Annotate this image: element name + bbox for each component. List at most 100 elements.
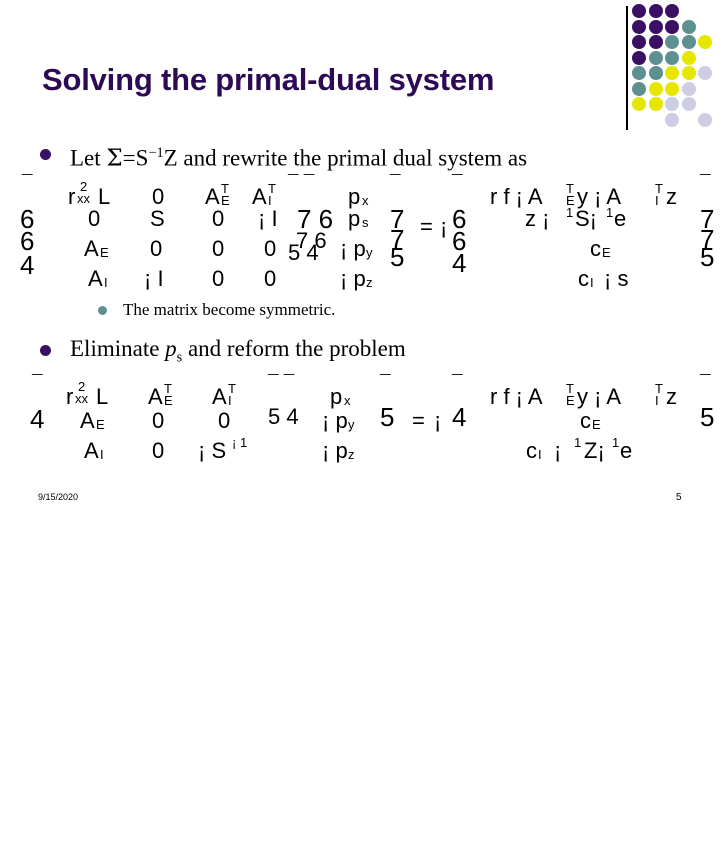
eq1-r4-c1sub: I [104, 274, 108, 290]
eq2-r3-c3sup: ¡ 1 [232, 435, 248, 451]
decor-dot [632, 50, 646, 65]
bullet-marker-icon [40, 149, 51, 160]
eq2-r1-c4: ¯ ¯ [268, 373, 295, 395]
eq1-r1-c9: r f ¡ A [490, 183, 543, 209]
eq2-r3-c1: A [84, 438, 99, 464]
eq1-r3-c2: 0 [150, 235, 163, 261]
decor-dot [648, 19, 663, 34]
decor-dot [648, 81, 663, 96]
decor-dot [648, 4, 663, 18]
eq2-r3-c5: ¡ p [322, 438, 348, 464]
decor-dot [698, 112, 712, 127]
eq2-r2-c3: 0 [218, 408, 231, 434]
eq1-r2-c3: 0 [212, 205, 225, 231]
eq1-r4-c6sub: z [366, 274, 373, 290]
decor-dot [665, 66, 679, 80]
bullet-1-prefix: Let [70, 145, 107, 171]
eq1-r3-c9sub: E [602, 244, 611, 260]
eq1-r2-c2: S [150, 205, 165, 231]
eq2-r2-c1: A [80, 408, 95, 434]
subbullet-item-1: The matrix become symmetric. [0, 298, 720, 322]
eq1-r1-c9e: z [666, 183, 677, 209]
bullet-1-z: Z [163, 145, 178, 171]
bullet-item-2: Eliminate ps and reform the problem [0, 334, 720, 373]
decor-dot [681, 35, 696, 49]
equation-2: ¯ r 2 xx L A T E A T I ¯ ¯ p x ¯ ¯ r f ¡… [0, 374, 720, 473]
equation-2-row-3: A I 0 ¡ S ¡ 1 ¡ p z c I ¡ 1 Z¡ 1 e [0, 436, 720, 466]
eq1-r3-c1: A [84, 235, 99, 261]
eq1-r2-c9b: S¡ [575, 205, 597, 231]
eq2-r3-c8b: ¡ [554, 438, 562, 464]
decor-dot [665, 35, 679, 49]
eq2-r2-c9: 5 [700, 402, 715, 433]
decor-dot [632, 4, 646, 18]
eq2-r3-c1sub: I [100, 447, 104, 463]
eq1-r4-c6: ¡ p [340, 265, 366, 291]
eq2-equals-sign: = [412, 408, 425, 434]
bullet-marker-icon [40, 344, 51, 356]
eq2-r3-c8d: Z¡ [584, 438, 605, 464]
decor-dot [632, 97, 646, 111]
decor-dot [648, 97, 663, 111]
eq1-r4-c10: 5 [700, 241, 715, 272]
page-title: Solving the primal-dual system [42, 62, 495, 97]
eq1-r4-c3: 0 [212, 265, 225, 291]
eq2-r1-c1b: L [96, 384, 109, 410]
eq2-r2-c0: 4 [30, 404, 45, 435]
eq2-r3-c8: c [526, 438, 537, 464]
eq1-r2-c9c: 1 [606, 204, 614, 220]
eq2-r2-c8sub: E [592, 417, 601, 433]
decor-dot [665, 81, 679, 96]
decor-dot [681, 50, 696, 65]
exponent-minus-one: −1 [148, 145, 164, 161]
eq1-r1-c1: r [68, 183, 76, 209]
eq1-r1-c2: 0 [152, 183, 165, 209]
eq1-r1-c10: ¯ [700, 172, 711, 194]
decor-dot [665, 112, 679, 127]
eq1-r4-c7: 5 [390, 241, 405, 272]
eq2-r2-c4: 5 4 [268, 404, 299, 430]
decor-dot [632, 66, 646, 80]
footer-date: 9/15/2020 [38, 492, 79, 502]
eq1-r3-c4: 0 [264, 235, 277, 261]
eq1-r1-c8: ¯ [452, 172, 463, 194]
bullet-2-suffix: and reform the problem [182, 335, 406, 361]
eq2-r1-c7: ¯ [452, 373, 463, 395]
decor-dot [681, 19, 696, 34]
eq1-r3-c1sub: E [100, 244, 109, 260]
eq2-r1-c6: ¯ [380, 373, 391, 395]
decor-dot [698, 66, 712, 80]
decor-dot [648, 35, 663, 49]
eq1-equals-sign: = [420, 213, 433, 239]
eq2-r2-c2: 0 [152, 408, 165, 434]
decor-dot [648, 66, 663, 80]
eq2-r2-c7: 4 [452, 402, 467, 433]
decor-dot [681, 97, 696, 111]
eq1-r4-c9sub: I [590, 274, 594, 290]
eq1-r2-c6sub: s [362, 214, 369, 230]
decor-dot [648, 50, 663, 65]
bullet-1-suffix: and rewrite the primal dual system as [177, 145, 528, 171]
decor-dot [698, 35, 712, 49]
eq1-r4-c4: 0 [264, 265, 277, 291]
decor-dot [632, 35, 646, 49]
slide-body: Let Σ=S−1Z and rewrite the primal dual s… [0, 132, 720, 473]
eq2-r3-c8e: 1 [612, 435, 620, 451]
eq2-r1-c8b: y ¡ A [577, 384, 622, 410]
subbullet-1-text: The matrix become symmetric. [123, 299, 336, 319]
eq1-r4-c5: 5 4 [288, 239, 319, 265]
eq1-r2-c9sup: 1 [566, 204, 574, 220]
eq2-r2-c1sub: E [96, 417, 105, 433]
equation-2-row-2: 4 A E 0 0 5 4 ¡ p y 5 4 c E 5 [0, 402, 720, 436]
decor-dot [632, 81, 646, 96]
decor-dot [665, 4, 679, 18]
eq2-r2-c6: 5 [380, 402, 395, 433]
eq1-r2-c9: z ¡ [525, 205, 550, 231]
eq2-negation-sign: ¡ [434, 408, 442, 434]
subbullet-marker-icon [98, 305, 107, 315]
eq1-r1-c6: p [348, 183, 361, 209]
bullet-1-eq: =S [122, 145, 149, 171]
eq1-negation-sign: ¡ [440, 213, 448, 239]
eq2-r1-c3: A [212, 384, 227, 410]
eq2-r3-c8f: e [620, 438, 633, 464]
